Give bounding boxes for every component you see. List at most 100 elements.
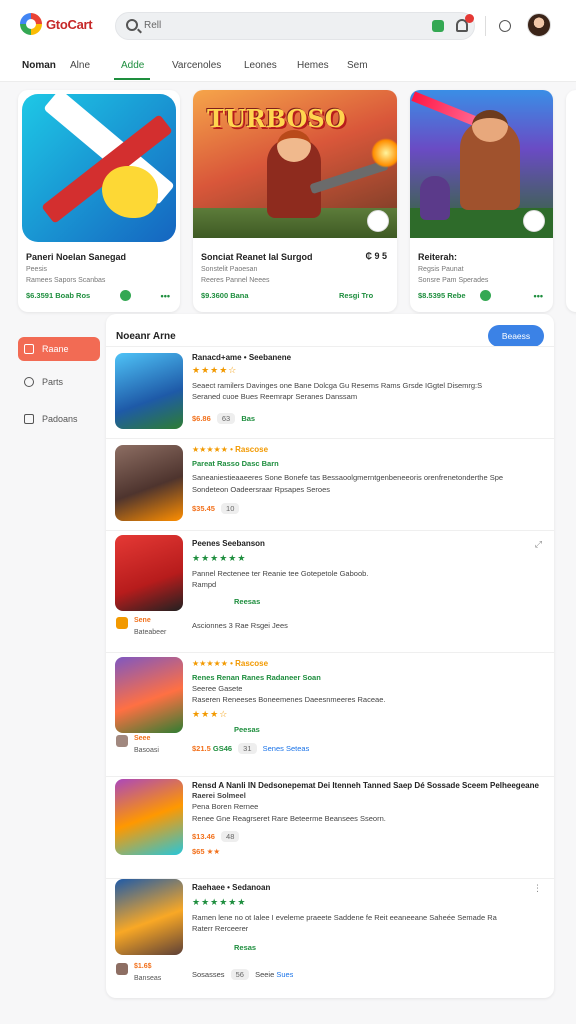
logo-text: GtoCart [46,16,93,32]
item-description: Pannel Rectenee ter Reanie tee Gotepetol… [192,569,369,578]
tab-fourth[interactable]: Varcenoles [172,60,221,71]
item-meta: $21.5 GS46 31 Senes Seteas [192,743,309,754]
item-description-2: Raterr Rerceerer [192,924,249,933]
card-subtitle: Peesis [26,266,48,273]
item-tag: Resas [234,943,257,952]
list-item[interactable]: ★★★★★ • Rascose Renes Renan Ranes Radane… [106,652,554,774]
app-thumbnail [115,353,183,429]
item-subtitle: Pareat Rasso Dasc Barn [192,459,279,468]
panel-title: Noeanr Arne [116,331,176,342]
sidebar-item-label: Parts [42,377,64,387]
app-icon-image[interactable] [22,94,176,242]
list-item[interactable]: Peenes Seebanson ★★★★★★ Pannel Rectenee … [106,530,554,650]
publisher-tag: Seee [134,735,151,742]
item-description: Seaect ramilers Davinges one Bane Dolcga… [192,381,483,390]
publisher-tag: Sene [134,617,151,624]
tab-sixth[interactable]: Hemes [297,60,329,71]
icon-shape [102,166,158,218]
item-subtitle: Renes Renan Ranes Radaneer Soan [192,673,321,682]
card-action[interactable]: Resgi Tro [339,291,373,300]
item-meta: Ascionnes 3 Rae Rsgei Jees [192,621,288,630]
card-subtitle: Regsis Paunat [418,266,464,273]
card-title: Sonciat Reanet Ial Surgod [201,252,313,262]
count-pill: 56 [230,969,249,980]
rating-stars: ★★★★★★ [192,553,247,563]
item-description: Saneaniestieaaeeres Sone Bonefe tas Bess… [192,473,504,482]
search-input[interactable] [144,20,394,31]
featured-card[interactable]: TURBOSO Sonciat Reanet Ial Surgod ₵ 9 5 … [193,90,397,312]
item-title: Rensd A Nanli IN Dedsonepemat Dei Itenne… [192,781,539,790]
item-title: ★★★★★ • Rascose [192,659,269,668]
header-divider [485,16,486,36]
tab-seventh[interactable]: Sem [347,60,368,71]
banner-title: TURBOSO [207,104,346,133]
app-thumbnail [115,535,183,611]
list-item[interactable]: ★★★★★ • Rascose Pareat Rasso Dasc Barn S… [106,438,554,528]
list-item[interactable]: Ranacd+ame • Seebanene ★★★★☆ Seaect rami… [106,346,554,436]
publisher-name: Bateabeer [134,629,167,636]
item-meta: Sosasses 56 Seeie Sues [192,969,293,980]
meta-c: Sues [276,970,294,979]
publisher-icon [116,735,128,747]
rating-stars: ★★★★★★ [192,897,247,907]
app-thumbnail [115,445,183,521]
item-description: Ramen lene no ot Ialee I eveleme praeete… [192,913,497,922]
item-title: Ranacd+ame • Seebanene [192,353,292,362]
card-price: $6.3591 Boab Ros [26,291,91,300]
more-icon[interactable]: ••• [534,291,543,301]
search-bar[interactable] [115,12,475,40]
app-thumbnail [115,657,183,733]
meta-a: Sosasses [192,970,225,979]
publisher-tag: $1.6$ [134,963,152,970]
publisher-icon [367,210,389,232]
meta-a: $21.5 [192,744,211,753]
publisher-icon [116,963,128,975]
mic-icon[interactable] [432,20,444,32]
count-pill: 31 [238,743,257,754]
publisher-icon [116,617,128,629]
item-description-2: Rampd [192,580,217,589]
sidebar-item-home[interactable]: Raane [18,337,100,361]
active-tab-indicator [114,78,150,80]
tab-fifth[interactable]: Leones [244,60,277,71]
banner-shape [277,130,311,162]
featured-card-peek[interactable] [566,90,576,312]
sidebar-item-label: Padoans [42,414,78,424]
banner-shape [371,138,397,168]
rating-stars: ★★★☆ [192,709,229,719]
publisher-icon [523,210,545,232]
item-description-2: Sondeteon Oadeersraar Rpsapes Seroes [192,485,331,494]
item-description-2: Seraned cuoe Bues Reemrapr Seranes Danss… [192,392,358,401]
logo-icon [20,13,42,35]
history-icon[interactable] [499,20,511,32]
card-price: $8.5395 Rebe [418,291,466,300]
item-subtitle: Raerei Solmeel [192,791,246,800]
meta-c: Senes [262,744,284,753]
publisher-name: Basoasi [134,747,159,754]
app-logo[interactable]: GtoCart [20,13,93,35]
list-item[interactable]: Raehaee • Sedanoan ★★★★★★ Ramen lene no … [106,878,554,996]
category-tabs: Noman Alne Adde Varcenoles Leones Hemes … [0,50,576,82]
user-avatar[interactable] [527,13,551,37]
expand-icon[interactable]: ⤢ [535,539,542,550]
meta-b: GS46 [212,744,233,753]
item-title: Peenes Seebanson [192,539,265,548]
tab-home[interactable]: Noman [22,60,56,71]
more-icon[interactable]: ••• [161,291,170,301]
price-tag: $35.45 [192,504,215,513]
panel-action-button[interactable]: Beaess [488,325,544,347]
banner-shape [420,176,450,220]
card-title: Reiterah: [418,252,458,262]
more-vert-icon[interactable]: ⋮ [533,883,542,894]
verified-icon [120,290,131,301]
search-icon [126,19,138,31]
card-subtitle-2: Reeres Pannel Neees [201,277,270,284]
tab-active[interactable]: Adde [121,60,144,71]
sidebar-item-parts[interactable]: Parts [18,370,100,394]
tab-second[interactable]: Alne [70,60,90,71]
sidebar-item-padoans[interactable]: Padoans [18,407,100,431]
item-title: Raehaee • Sedanoan [192,883,271,892]
list-item[interactable]: Rensd A Nanli IN Dedsonepemat Dei Itenne… [106,776,554,876]
featured-card[interactable]: Reiterah: Regsis Paunat Sonsre Pam Spera… [410,90,553,312]
banner-shape [472,110,508,142]
